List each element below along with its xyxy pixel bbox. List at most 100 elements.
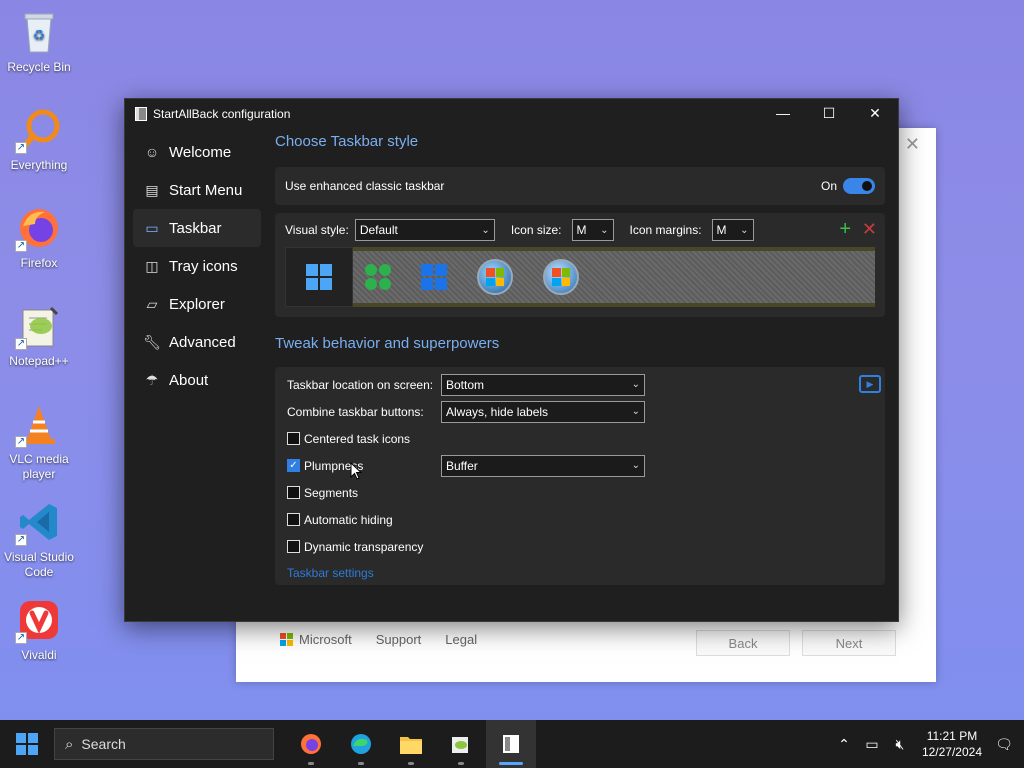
tweak-panel: ▶ Taskbar location on screen: Bottom ⌄ C… <box>275 367 885 585</box>
running-indicator <box>458 762 464 765</box>
legal-link[interactable]: Legal <box>445 632 477 647</box>
chevron-up-icon[interactable]: ⌃ <box>830 736 858 753</box>
about-icon: ☂ <box>145 371 159 388</box>
taskbar-location-label: Taskbar location on screen: <box>287 377 434 392</box>
nav-item-advanced[interactable]: 🔧︎ Advanced <box>133 323 261 361</box>
plumpness-checkbox[interactable]: ✓ <box>287 459 300 472</box>
centered-icons-checkbox[interactable] <box>287 432 300 445</box>
chevron-down-icon: ⌄ <box>631 406 640 417</box>
enhanced-taskbar-row: Use enhanced classic taskbar On <box>275 167 885 205</box>
recycle-bin-icon: ♻ <box>15 8 63 56</box>
vista-flag-icon <box>552 268 570 286</box>
desktop-icon-notepad-plus-plus[interactable]: ↗ Notepad++ <box>4 302 74 369</box>
startallback-app-icon <box>135 107 147 121</box>
icon-margins-select[interactable]: M ⌄ <box>711 219 754 241</box>
nav-item-explorer[interactable]: ▱ Explorer <box>133 285 261 323</box>
desktop-icon-recycle-bin[interactable]: ♻ Recycle Bin <box>4 8 74 75</box>
maximize-button[interactable]: ☐ <box>806 99 852 127</box>
transparency-row[interactable]: Dynamic transparency <box>287 533 873 560</box>
taskbar-apps <box>286 720 536 768</box>
close-icon[interactable]: ✕ <box>905 134 920 155</box>
combine-buttons-select[interactable]: Always, hide labels ⌄ <box>441 400 645 423</box>
nav-label: Explorer <box>169 295 225 313</box>
desktop-icon-vlc[interactable]: ↗ VLC media player <box>4 400 74 482</box>
svg-text:♻: ♻ <box>33 27 46 43</box>
shortcut-arrow-icon: ↗ <box>15 338 27 350</box>
icon-size-select[interactable]: M ⌄ <box>571 219 614 241</box>
startallback-icon <box>503 735 519 753</box>
volume-muted-icon[interactable]: 🔇︎ <box>886 736 914 753</box>
close-button[interactable]: ✕ <box>852 99 898 127</box>
desktop-icon-firefox[interactable]: ↗ Firefox <box>4 204 74 271</box>
taskbar-app-file-explorer[interactable] <box>386 720 436 768</box>
desktop-icon-label: Visual Studio Code <box>4 550 74 579</box>
transparency-checkbox[interactable] <box>287 540 300 553</box>
style-option-windows7-orb-icon[interactable] <box>477 259 513 295</box>
plumpness-value: Buffer <box>446 458 478 473</box>
microsoft-brand[interactable]: Microsoft <box>280 632 352 647</box>
taskbar-location-select[interactable]: Bottom ⌄ <box>441 373 645 396</box>
nav-item-about[interactable]: ☂ About <box>133 361 261 399</box>
centered-icons-row[interactable]: Centered task icons <box>287 425 873 452</box>
taskbar-app-edge[interactable] <box>336 720 386 768</box>
plumpness-select[interactable]: Buffer ⌄ <box>441 454 645 477</box>
notifications-icon[interactable]: 🗨︎ <box>990 736 1018 753</box>
style-option-windows11[interactable] <box>285 247 353 307</box>
notepad-plus-plus-icon <box>452 737 468 753</box>
chevron-down-icon: ⌄ <box>631 379 640 390</box>
remove-style-x-icon[interactable]: ✕ <box>862 219 877 239</box>
plumpness-row: ✓ Plumpness Buffer ⌄ <box>287 452 873 479</box>
add-style-plus-icon[interactable]: + <box>839 219 851 239</box>
window-controls: — ☐ ✕ <box>760 99 898 127</box>
microsoft-label: Microsoft <box>299 632 352 647</box>
nav-item-tray-icons[interactable]: ◫ Tray icons <box>133 247 261 285</box>
smile-icon: ☺ <box>144 144 160 160</box>
desktop-icon-label: Notepad++ <box>9 354 69 368</box>
shortcut-arrow-icon: ↗ <box>15 534 27 546</box>
minimize-button[interactable]: — <box>760 99 806 127</box>
icon-size-value: M <box>576 223 587 237</box>
enhanced-taskbar-toggle-group[interactable]: On <box>821 178 875 194</box>
desktop-icon-vivaldi[interactable]: ↗ Vivaldi <box>4 596 74 663</box>
folder-icon: ▱ <box>146 295 158 312</box>
taskbar-app-firefox[interactable] <box>286 720 336 768</box>
clock[interactable]: 11:21 PM 12/27/2024 <box>914 728 990 760</box>
segments-row[interactable]: Segments <box>287 479 873 506</box>
tray-icon: ◫ <box>145 257 159 274</box>
desktop-icon-everything[interactable]: ↗ Everything <box>4 106 74 173</box>
style-option-green-clover-icon[interactable] <box>365 264 391 290</box>
segments-label: Segments <box>304 485 359 500</box>
segments-checkbox[interactable] <box>287 486 300 499</box>
video-tutorial-icon[interactable]: ▶ <box>859 375 881 393</box>
autohide-row[interactable]: Automatic hiding <box>287 506 873 533</box>
vlc-cone-icon: ↗ <box>15 400 63 448</box>
style-option-vista-orb-icon[interactable] <box>543 259 579 295</box>
sidebar-nav: ☺ Welcome ▤ Start Menu ▭ Taskbar ◫ Tray … <box>133 133 261 399</box>
support-link[interactable]: Support <box>376 632 422 647</box>
clock-time: 11:21 PM <box>926 729 978 743</box>
firefox-icon <box>301 734 321 754</box>
nav-item-taskbar[interactable]: ▭ Taskbar <box>133 209 261 247</box>
style-option-windows10-logo-icon[interactable] <box>421 264 447 290</box>
desktop-icon-vscode[interactable]: ↗ Visual Studio Code <box>4 498 74 580</box>
plumpness-option[interactable]: ✓ Plumpness <box>287 459 441 473</box>
nav-item-welcome[interactable]: ☺ Welcome <box>133 133 261 171</box>
autohide-checkbox[interactable] <box>287 513 300 526</box>
visual-style-value: Default <box>359 223 398 237</box>
nav-label: About <box>169 371 209 389</box>
taskbar-app-startallback[interactable] <box>486 720 536 768</box>
enhanced-taskbar-toggle[interactable] <box>843 178 875 194</box>
nav-item-start-menu[interactable]: ▤ Start Menu <box>133 171 261 209</box>
network-icon[interactable]: ▭ <box>858 736 886 753</box>
running-indicator <box>358 762 364 765</box>
notepad-plus-plus-icon: ↗ <box>15 302 63 350</box>
visual-style-select[interactable]: Default ⌄ <box>354 219 495 241</box>
taskbar-search-box[interactable]: ⌕ Search <box>54 728 274 760</box>
taskbar-settings-link[interactable]: Taskbar settings <box>287 566 873 580</box>
system-tray: ⌃ ▭ 🔇︎ 11:21 PM 12/27/2024 🗨︎ <box>830 720 1024 768</box>
start-button[interactable] <box>0 720 54 768</box>
taskbar-app-notepad-plus-plus[interactable] <box>436 720 486 768</box>
back-button[interactable]: Back <box>696 630 790 656</box>
next-button[interactable]: Next <box>802 630 896 656</box>
search-icon: ⌕ <box>65 735 74 753</box>
